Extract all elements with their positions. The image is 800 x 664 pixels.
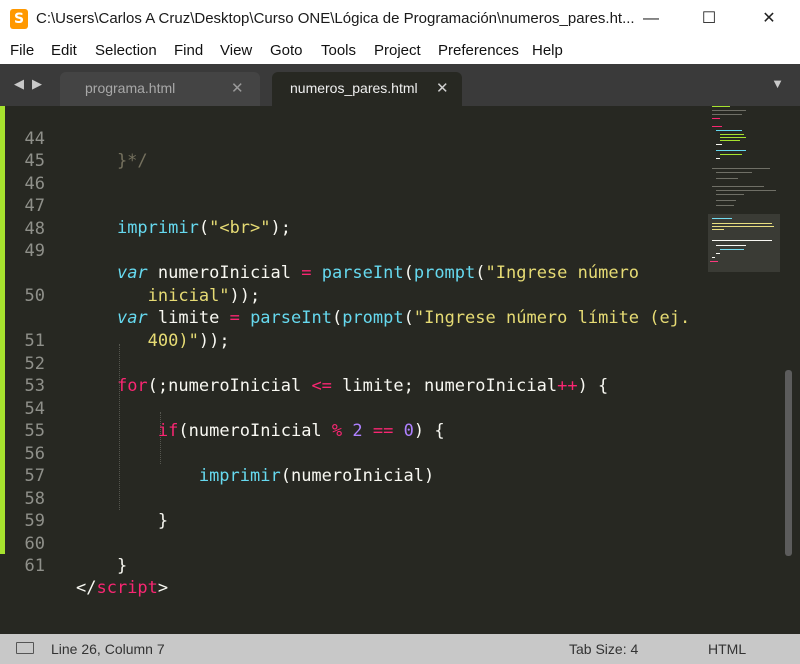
menu-project[interactable]: Project — [374, 42, 421, 59]
title-bar: S C:\Users\Carlos A Cruz\Desktop\Curso O… — [0, 0, 800, 38]
window-title: C:\Users\Carlos A Cruz\Desktop\Curso ONE… — [36, 10, 635, 27]
menu-selection[interactable]: Selection — [95, 42, 157, 59]
tab-nav-left-icon[interactable]: ◀ — [14, 76, 24, 92]
minimize-button[interactable]: — — [628, 0, 674, 38]
syntax-indicator[interactable]: HTML — [708, 641, 746, 657]
menu-view[interactable]: View — [220, 42, 252, 59]
code-line: 47 imprimir("<br>"); — [0, 173, 291, 238]
code-text: inicial")); — [147, 286, 261, 306]
panel-toggle-icon[interactable] — [16, 642, 34, 654]
maximize-button[interactable]: ☐ — [686, 0, 732, 38]
menu-help[interactable]: Help — [532, 42, 563, 59]
code-line: 52 for(;numeroInicial <= limite; numeroI… — [0, 331, 609, 396]
code-text: var limite = parseInt(prompt("Ingrese nú… — [116, 308, 691, 328]
code-line: 400)")); — [0, 286, 230, 351]
code-text: for(;numeroInicial <= limite; numeroInic… — [116, 376, 609, 396]
code-line: 55 — [0, 398, 45, 441]
code-line: 60 } — [0, 511, 128, 576]
code-text: var numeroInicial = parseInt(prompt("Ing… — [116, 263, 640, 283]
menu-find[interactable]: Find — [174, 42, 203, 59]
tab-label: numeros_pares.html — [290, 80, 418, 96]
code-line: 51 — [0, 308, 45, 351]
code-line: 44 }*/ — [0, 106, 148, 171]
tab-numeros-pares-html[interactable]: numeros_pares.html ✕ — [272, 72, 462, 106]
tab-close-icon[interactable]: ✕ — [436, 79, 449, 97]
vertical-scrollbar[interactable] — [785, 370, 792, 556]
menu-edit[interactable]: Edit — [51, 42, 77, 59]
tab-size-indicator[interactable]: Tab Size: 4 — [569, 641, 638, 657]
code-line: 57 — [0, 443, 45, 486]
code-editor[interactable]: 44 }*/ 45 46 47 imprimir("<br>"); 48 49 … — [0, 106, 800, 634]
line-number: 61 — [24, 556, 45, 576]
code-text: }*/ — [76, 151, 148, 171]
menu-bar: File Edit Selection Find View Goto Tools… — [0, 38, 800, 65]
code-line: 48 — [0, 196, 45, 239]
menu-goto[interactable]: Goto — [270, 42, 303, 59]
menu-preferences[interactable]: Preferences — [438, 42, 519, 59]
code-text: </script> — [76, 578, 169, 598]
minimap[interactable] — [708, 106, 782, 634]
code-line: 50 var limite = parseInt(prompt("Ingrese… — [0, 263, 691, 328]
code-text: imprimir("<br>"); — [116, 218, 291, 238]
code-text: imprimir(numeroInicial) — [198, 466, 435, 486]
menu-file[interactable]: File — [10, 42, 34, 59]
tab-label: programa.html — [85, 80, 176, 96]
cursor-position: Line 26, Column 7 — [51, 641, 165, 657]
status-bar: Line 26, Column 7 Tab Size: 4 HTML — [0, 634, 800, 664]
tab-close-icon[interactable]: ✕ — [231, 79, 244, 97]
tab-list-dropdown-icon[interactable]: ▼ — [771, 76, 784, 91]
code-text: } — [76, 511, 169, 531]
code-line: 59 — [0, 488, 45, 531]
tab-programa-html[interactable]: programa.html ✕ — [60, 72, 260, 106]
tab-bar: ◀ ▶ programa.html ✕ numeros_pares.html ✕… — [0, 64, 800, 106]
code-line: inicial")); — [0, 241, 261, 306]
code-line: 61 </script> — [0, 533, 169, 598]
minimap-viewport[interactable] — [708, 214, 780, 272]
close-window-button[interactable]: ✕ — [746, 0, 792, 38]
code-line: 46 — [0, 151, 45, 194]
code-text: } — [76, 556, 128, 576]
tab-nav-right-icon[interactable]: ▶ — [32, 76, 42, 92]
code-line: 49 var numeroInicial = parseInt(prompt("… — [0, 218, 640, 283]
code-line: 53 — [0, 353, 45, 396]
code-line: 54 if(numeroInicial % 2 == 0) { — [0, 376, 445, 441]
code-text: 400)")); — [147, 331, 230, 351]
code-line: 45 — [0, 128, 45, 171]
menu-tools[interactable]: Tools — [321, 42, 356, 59]
sublime-text-icon: S — [10, 9, 28, 29]
code-text: if(numeroInicial % 2 == 0) { — [157, 421, 445, 441]
code-line: 56 imprimir(numeroInicial) — [0, 421, 435, 486]
code-line: 58 } — [0, 466, 169, 531]
